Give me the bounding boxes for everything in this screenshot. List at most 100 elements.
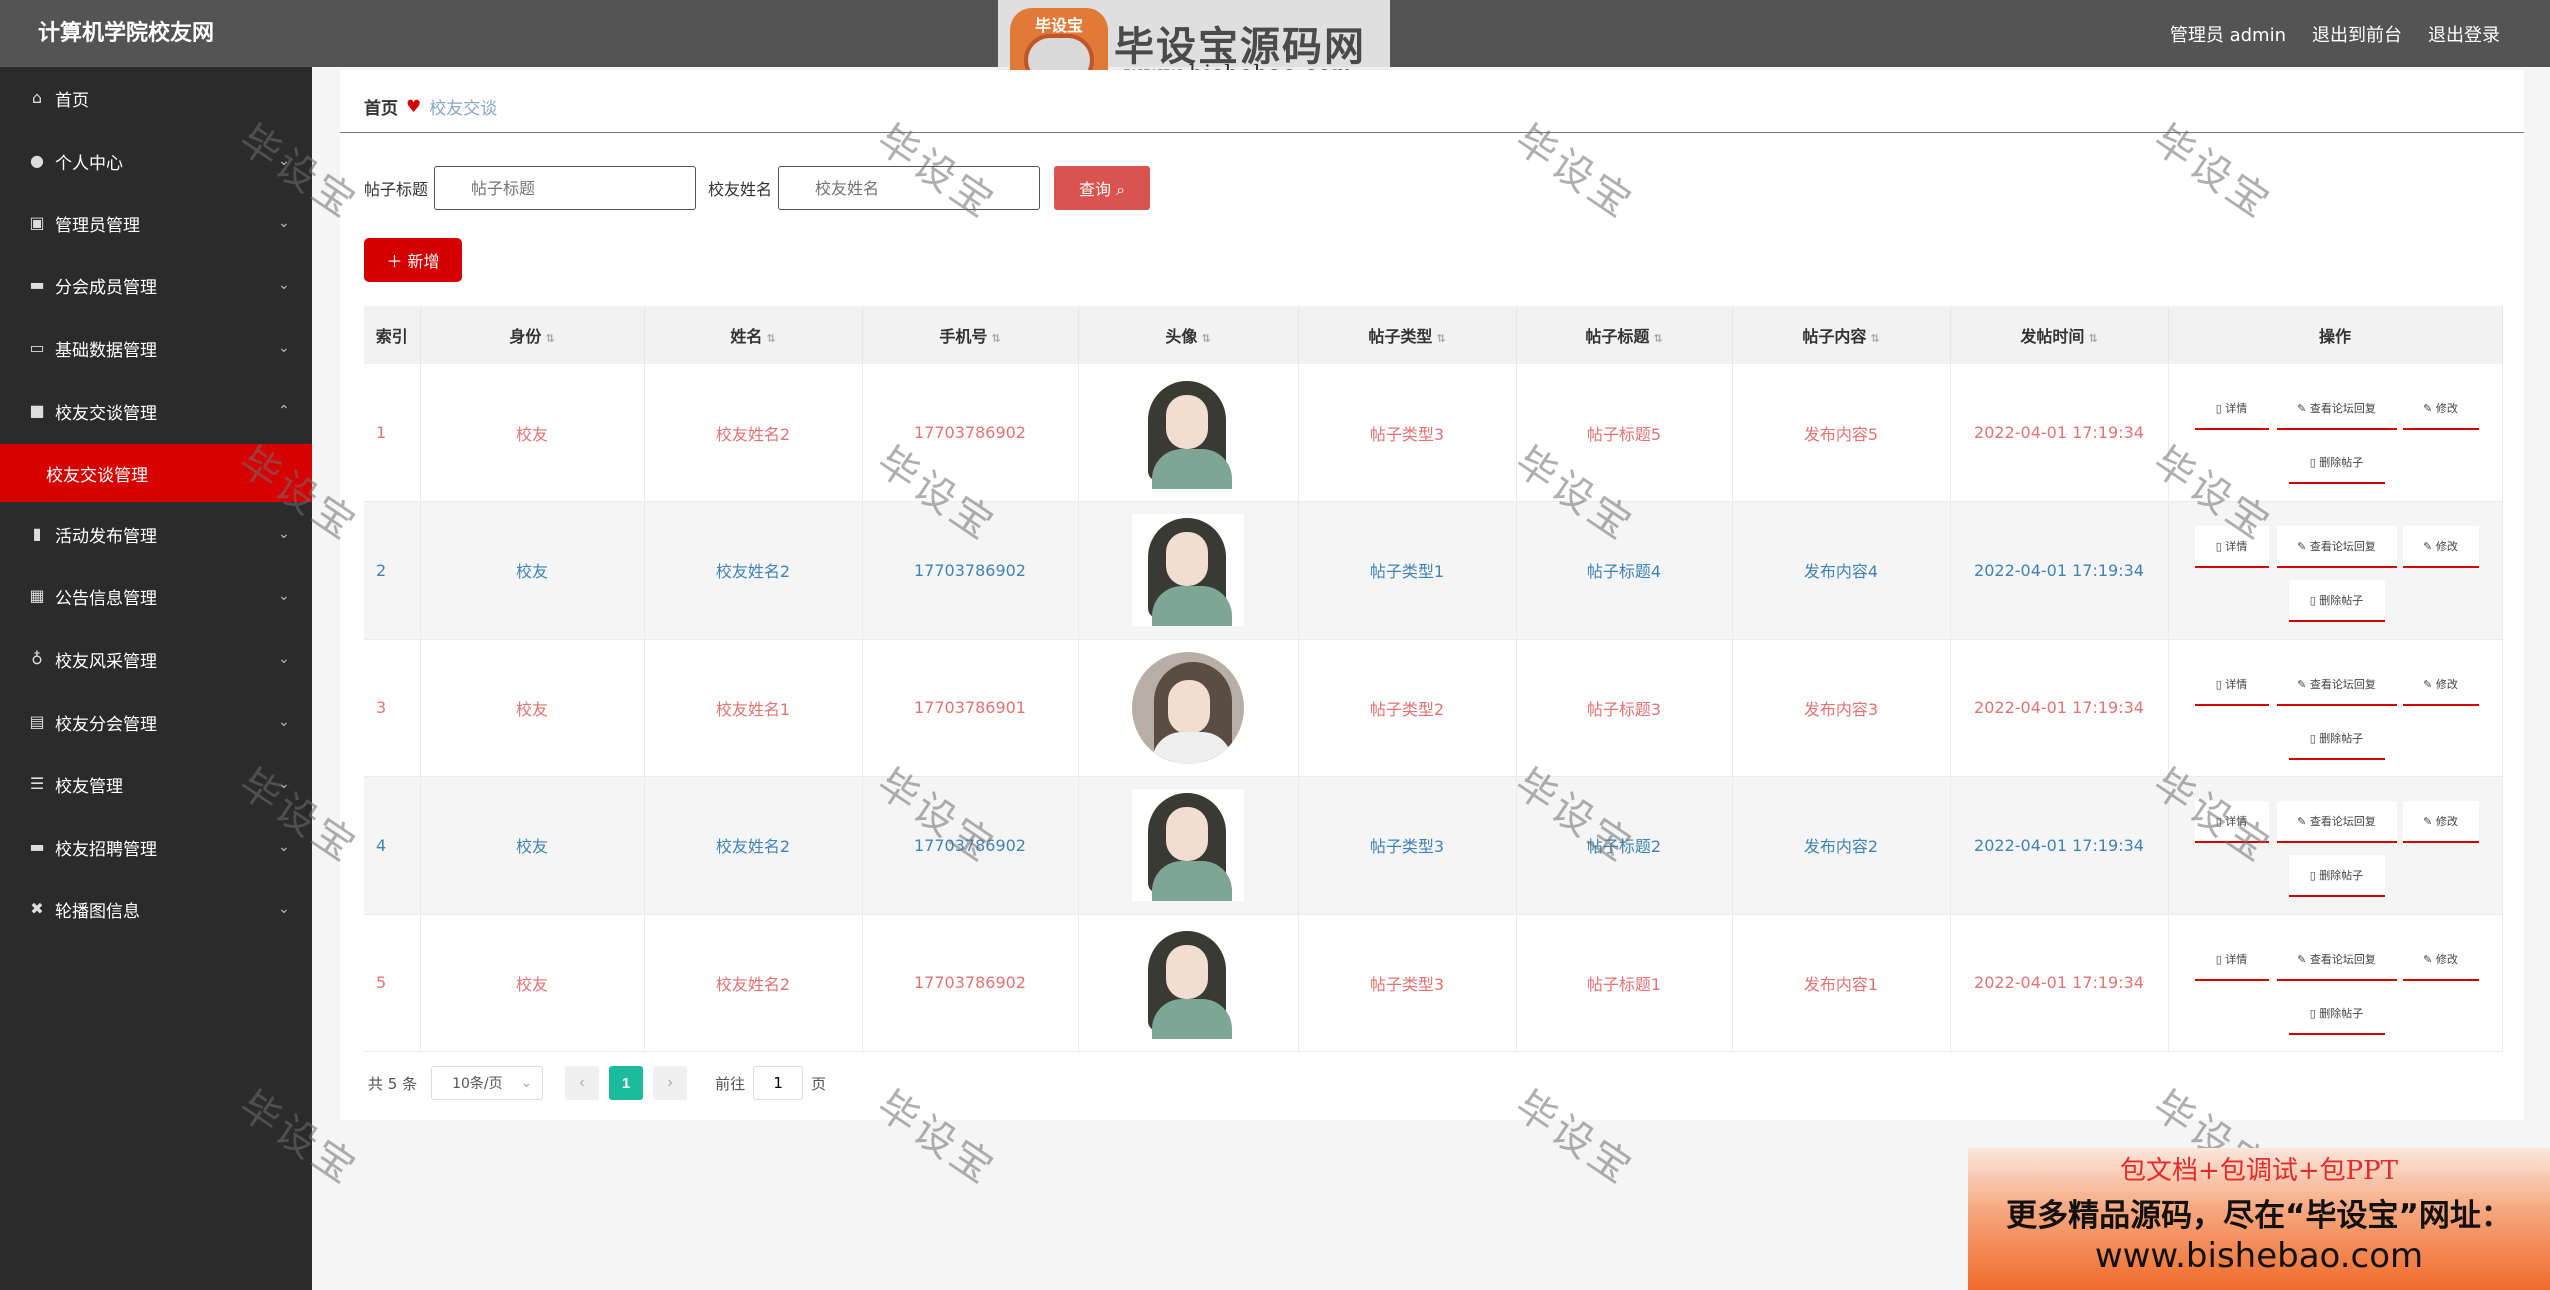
cell-post-type: 帖子类型1 [1298,501,1517,640]
col-header-avatar[interactable]: 头像 ⇅ [1078,306,1299,364]
sidebar-item-alumni-talk[interactable]: ■ 校友交谈管理 ⌃ [0,380,312,442]
delete-post-button[interactable]: ▯ 删除帖子 [2288,992,2385,1035]
sort-icon[interactable]: ⇅ [2088,332,2097,345]
page-size-select[interactable]: 10条/页 ⌄ [431,1066,544,1100]
mic-icon: ♁ [31,649,43,668]
sidebar-item-base-data[interactable]: ▭ 基础数据管理 ⌄ [0,317,312,379]
sidebar-item-home[interactable]: ⌂ 首页 [0,67,312,129]
detail-button[interactable]: ▯ 详情 [2194,801,2269,843]
detail-button[interactable]: ▯ 详情 [2194,938,2269,981]
avatar[interactable] [1132,514,1244,627]
col-header-identity[interactable]: 身份 ⇅ [420,306,645,364]
sort-icon[interactable]: ⇅ [991,332,1000,345]
sort-icon[interactable]: ⇅ [766,332,775,345]
sort-icon[interactable]: ⇅ [1870,332,1879,345]
promo-line-3: www.bishebao.com [2094,1236,2424,1276]
clipboard-icon: ▤ [29,712,45,731]
sidebar-subitem-alumni-talk[interactable]: 校友交谈管理 [0,444,312,502]
delete-post-button[interactable]: ▯ 删除帖子 [2288,855,2385,897]
breadcrumb-home[interactable]: 首页 [364,94,398,119]
sidebar-item-profile[interactable]: ● 个人中心 ⌄ [0,130,312,192]
edit-icon: ✎ [2423,402,2433,415]
logout-link[interactable]: 退出登录 [2428,21,2500,47]
monitor-icon: ▬ [29,837,45,856]
exit-to-front-link[interactable]: 退出到前台 [2312,21,2402,47]
post-title-input[interactable] [434,166,697,210]
goto-page-input[interactable] [753,1066,804,1100]
view-replies-button[interactable]: ✎ 查看论坛回复 [2276,388,2397,430]
sort-icon[interactable]: ⇅ [1436,332,1445,345]
prev-page-button[interactable]: ‹ [565,1066,600,1100]
page-number-button[interactable]: 1 [609,1066,644,1100]
view-replies-button[interactable]: ✎ 查看论坛回复 [2276,526,2397,568]
col-header-name[interactable]: 姓名 ⇅ [644,306,863,364]
col-header-post-type[interactable]: 帖子类型 ⇅ [1298,306,1517,364]
cell-post-title: 帖子标题2 [1516,776,1733,915]
col-header-post-content[interactable]: 帖子内容 ⇅ [1732,306,1951,364]
sidebar-item-notices[interactable]: ▦ 公告信息管理 ⌄ [0,565,312,627]
edit-icon: ✎ [2297,952,2307,966]
edit-icon: ✎ [2423,815,2433,828]
trash-icon: ▯ [2309,869,2316,882]
col-header-post-title[interactable]: 帖子标题 ⇅ [1516,306,1733,364]
sidebar-item-branch-members[interactable]: ▬ 分会成员管理 ⌄ [0,254,312,316]
app-title: 计算机学院校友网 [38,21,215,46]
sidebar-item-alumni-style[interactable]: ♁ 校友风采管理 ⌄ [0,628,312,690]
view-replies-button[interactable]: ✎ 查看论坛回复 [2276,938,2397,981]
sidebar-item-alumni[interactable]: ☰ 校友管理 ⌄ [0,753,312,815]
col-header-index: 索引 [364,306,421,364]
detail-button[interactable]: ▯ 详情 [2194,526,2269,568]
delete-post-button[interactable]: ▯ 删除帖子 [2288,442,2385,484]
sidebar-item-activities[interactable]: ▮ 活动发布管理 ⌄ [0,503,312,565]
search-bar: 帖子标题 校友姓名 查询 ⌕ [364,166,1151,210]
sidebar-item-label: 校友招聘管理 [55,839,157,860]
sidebar-item-alumni-branches[interactable]: ▤ 校友分会管理 ⌄ [0,691,312,753]
search-icon: ⌕ [1116,180,1126,199]
next-page-button[interactable]: › [653,1066,688,1100]
sidebar-item-label: 校友管理 [55,776,123,797]
view-replies-button[interactable]: ✎ 查看论坛回复 [2276,663,2397,706]
delete-post-button[interactable]: ▯ 删除帖子 [2288,717,2385,760]
chevron-down-icon: ⌄ [278,651,290,667]
cell-identity: 校友 [420,776,645,915]
table-row: 4 校友 校友姓名2 17703786902 帖子类型3 帖子标题2 发布内容2… [364,776,2503,915]
cell-avatar [1078,639,1299,777]
cell-name: 校友姓名2 [644,776,863,915]
chevron-down-icon: ⌄ [278,153,290,169]
add-button[interactable]: ＋ 新增 [364,238,462,282]
avatar[interactable] [1132,376,1244,489]
sidebar-item-carousel[interactable]: ✖ 轮播图信息 ⌄ [0,878,312,940]
edit-icon: ✎ [2423,952,2433,966]
sidebar-item-label: 公告信息管理 [55,588,157,609]
query-button[interactable]: 查询 ⌕ [1054,166,1151,210]
chevron-down-icon: ⌄ [520,1075,533,1091]
edit-button[interactable]: ✎ 修改 [2402,938,2479,981]
chevron-left-icon: ‹ [579,1074,585,1091]
sort-icon[interactable]: ⇅ [1201,332,1210,345]
sidebar-item-label: 校友分会管理 [55,714,157,735]
edit-button[interactable]: ✎ 修改 [2402,526,2479,568]
col-header-post-time[interactable]: 发帖时间 ⇅ [1950,306,2169,364]
cell-post-time: 2022-04-01 17:19:34 [1950,501,2169,640]
sidebar-item-admins[interactable]: ▣ 管理员管理 ⌄ [0,192,312,254]
sidebar-item-recruitment[interactable]: ▬ 校友招聘管理 ⌄ [0,816,312,878]
edit-button[interactable]: ✎ 修改 [2402,388,2479,430]
view-replies-button[interactable]: ✎ 查看论坛回复 [2276,801,2397,843]
cell-index: 5 [364,914,421,1052]
edit-icon: ✎ [2423,677,2433,691]
delete-post-button[interactable]: ▯ 删除帖子 [2288,580,2385,622]
sort-icon[interactable]: ⇅ [545,332,554,345]
detail-button[interactable]: ▯ 详情 [2194,388,2269,430]
avatar[interactable] [1132,651,1244,764]
avatar[interactable] [1132,789,1244,902]
col-header-phone[interactable]: 手机号 ⇅ [862,306,1079,364]
home-icon: ⌂ [31,88,43,107]
avatar[interactable] [1132,926,1244,1039]
alumni-name-input[interactable] [778,166,1041,210]
table-row: 3 校友 校友姓名1 17703786901 帖子类型2 帖子标题3 发布内容3… [364,639,2503,777]
edit-button[interactable]: ✎ 修改 [2402,663,2479,706]
promo-banner: 包文档+包调试+包PPT 更多精品源码，尽在“毕设宝”网址： www.bishe… [1968,1148,2550,1290]
edit-button[interactable]: ✎ 修改 [2402,801,2479,843]
detail-button[interactable]: ▯ 详情 [2194,663,2269,706]
sort-icon[interactable]: ⇅ [1653,332,1662,345]
